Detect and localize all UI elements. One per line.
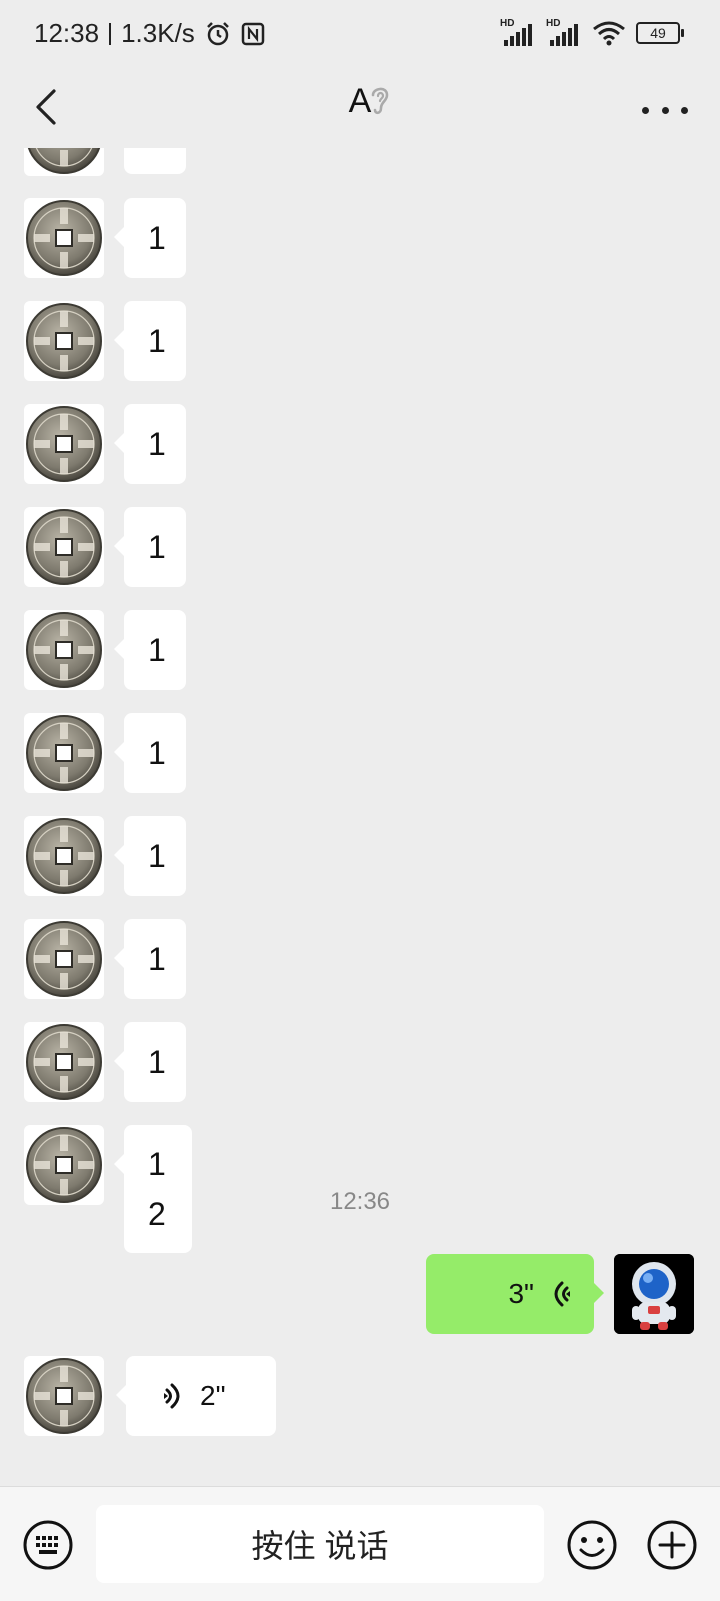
my-avatar[interactable] xyxy=(614,1254,694,1334)
message-bubble[interactable]: 1 xyxy=(114,198,186,278)
contact-avatar[interactable] xyxy=(24,301,104,381)
status-divider xyxy=(109,22,112,45)
message-row: 1 xyxy=(0,404,720,484)
input-bar: 按住 说话 xyxy=(0,1486,720,1601)
message-row xyxy=(0,148,720,176)
message-row: 2" xyxy=(0,1356,720,1436)
voice-duration: 2" xyxy=(200,1380,226,1411)
contact-avatar[interactable] xyxy=(24,610,104,690)
contact-avatar[interactable] xyxy=(24,816,104,896)
message-row: 1 xyxy=(0,301,720,381)
status-time: 12:38 xyxy=(34,18,100,48)
signal-1-icon: HD xyxy=(500,18,536,46)
message-text: 1 xyxy=(148,220,166,256)
chat-title: A xyxy=(348,82,372,120)
contact-avatar[interactable] xyxy=(24,713,104,793)
message-row: 1 xyxy=(0,816,720,896)
message-text: 1 xyxy=(148,323,166,359)
emoji-button[interactable] xyxy=(566,1519,618,1571)
more-options-button[interactable] xyxy=(642,90,688,130)
message-row-sent: 3" xyxy=(0,1254,720,1334)
message-text: 1 xyxy=(148,426,166,462)
net-speed: 1.3K/s xyxy=(121,18,195,48)
voice-wave-icon xyxy=(554,1281,570,1307)
message-bubble[interactable] xyxy=(124,148,186,174)
message-row: 1 xyxy=(0,919,720,999)
message-text: 1 xyxy=(148,1044,166,1080)
keyboard-icon xyxy=(23,1520,73,1570)
hold-to-talk-button[interactable]: 按住 说话 xyxy=(96,1505,544,1583)
message-text: 1 xyxy=(148,735,166,771)
contact-avatar[interactable] xyxy=(24,919,104,999)
keyboard-button[interactable] xyxy=(22,1519,74,1571)
message-bubble[interactable]: 1 xyxy=(114,404,186,484)
more-dot xyxy=(642,106,649,114)
message-row: 1 xyxy=(0,198,720,278)
voice-duration: 3" xyxy=(508,1278,534,1309)
emoji-icon xyxy=(567,1520,617,1570)
alarm-icon xyxy=(206,21,229,45)
message-bubble[interactable]: 1 xyxy=(114,610,186,690)
more-dot xyxy=(661,106,669,114)
battery-icon: 49 xyxy=(636,22,684,44)
message-bubble[interactable]: 1 xyxy=(114,713,186,793)
message-bubble[interactable]: 1 xyxy=(114,507,186,587)
contact-avatar[interactable] xyxy=(24,198,104,278)
more-functions-button[interactable] xyxy=(646,1519,698,1571)
message-row: 1 xyxy=(0,507,720,587)
contact-avatar[interactable] xyxy=(24,404,104,484)
message-text: 1 xyxy=(148,529,166,565)
message-bubble[interactable]: 1 xyxy=(114,1022,186,1102)
message-row: 1 xyxy=(0,610,720,690)
status-bar: 12:38 1.3K/s HD HD 49 xyxy=(0,0,720,70)
more-dot xyxy=(681,106,688,114)
contact-avatar[interactable] xyxy=(24,507,104,587)
voice-wave-icon xyxy=(164,1383,180,1409)
contact-avatar[interactable] xyxy=(24,148,104,176)
contact-avatar[interactable] xyxy=(24,1356,104,1436)
message-text: 1 xyxy=(148,632,166,668)
signal-2-icon: HD xyxy=(546,18,582,46)
message-bubble[interactable]: 1 xyxy=(114,816,186,896)
message-row: 1 xyxy=(0,1022,720,1102)
message-timestamp: 12:36 xyxy=(329,1188,391,1215)
battery-level: 49 xyxy=(650,25,666,41)
message-text: 1 xyxy=(148,941,166,977)
contact-avatar[interactable] xyxy=(24,1022,104,1102)
plus-icon xyxy=(647,1520,697,1570)
voice-message-received[interactable]: 2" xyxy=(116,1356,276,1436)
message-text-line: 1 xyxy=(148,1146,166,1182)
message-row: 1 xyxy=(0,713,720,793)
status-right: HD HD 49 xyxy=(500,18,684,46)
status-left: 12:38 1.3K/s xyxy=(34,18,265,49)
ear-icon xyxy=(371,87,389,115)
wifi-icon xyxy=(593,21,625,46)
voice-message-sent[interactable]: 3" xyxy=(426,1254,604,1334)
message-bubble[interactable]: 1 xyxy=(114,301,186,381)
message-text: 1 xyxy=(148,838,166,874)
message-list[interactable]: 1 1 1 1 1 1 1 1 1 1 2 12:36 3" 2" xyxy=(0,148,720,1486)
nfc-icon xyxy=(241,22,265,45)
message-bubble[interactable]: 1 xyxy=(114,919,186,999)
chat-header: A xyxy=(0,70,720,148)
